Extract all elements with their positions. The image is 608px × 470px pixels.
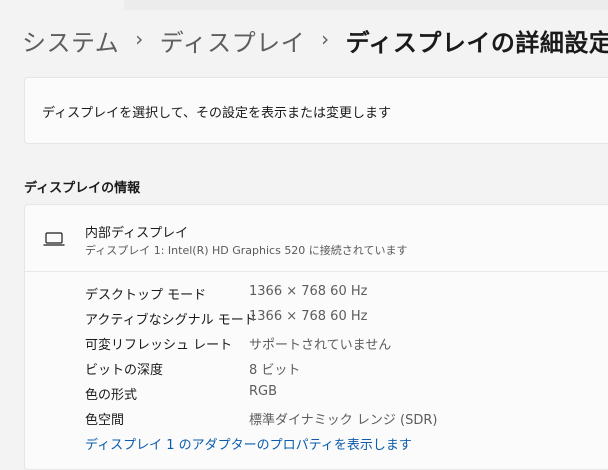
adapter-properties-link[interactable]: ディスプレイ 1 のアダプターのプロパティを表示します bbox=[85, 434, 412, 453]
display-info-header[interactable]: 内部ディスプレイ ディスプレイ 1: Intel(R) HD Graphics … bbox=[25, 205, 608, 272]
property-row: 色の形式 RGB bbox=[85, 384, 605, 404]
top-strip bbox=[124, 0, 608, 10]
property-row: ビットの深度 8 ビット bbox=[85, 359, 605, 379]
property-value: 1366 × 768 60 Hz bbox=[249, 309, 368, 324]
property-label: 色空間 bbox=[85, 413, 125, 428]
breadcrumb-separator-icon: › bbox=[321, 27, 330, 51]
breadcrumb-separator-icon: › bbox=[135, 27, 144, 51]
display-info-section-title: ディスプレイの情報 bbox=[24, 181, 141, 196]
display-name: 内部ディスプレイ bbox=[85, 226, 189, 241]
property-value: 標準ダイナミック レンジ (SDR) bbox=[249, 413, 438, 428]
property-label: アクティブなシグナル モード bbox=[85, 313, 257, 328]
property-value: 8 ビット bbox=[249, 363, 301, 378]
property-label: ビットの深度 bbox=[85, 363, 164, 378]
property-value: RGB bbox=[249, 384, 278, 399]
property-row: 色空間 標準ダイナミック レンジ (SDR) bbox=[85, 409, 605, 429]
display-subtitle: ディスプレイ 1: Intel(R) HD Graphics 520 に接続され… bbox=[85, 244, 408, 257]
page-title: ディスプレイの詳細設定 bbox=[345, 28, 608, 57]
display-info-card: 内部ディスプレイ ディスプレイ 1: Intel(R) HD Graphics … bbox=[24, 204, 608, 470]
breadcrumb: システム › ディスプレイ › ディスプレイの詳細設定 bbox=[22, 22, 608, 58]
property-row: 可変リフレッシュ レート サポートされていません bbox=[85, 334, 605, 354]
breadcrumb-item-display[interactable]: ディスプレイ bbox=[160, 23, 305, 58]
property-label: 色の形式 bbox=[85, 388, 138, 403]
property-value: サポートされていません bbox=[249, 338, 392, 353]
property-row: アクティブなシグナル モード 1366 × 768 60 Hz bbox=[85, 309, 605, 329]
select-display-description: ディスプレイを選択して、その設定を表示または変更します bbox=[42, 106, 392, 121]
property-row: デスクトップ モード 1366 × 768 60 Hz bbox=[85, 284, 605, 304]
select-display-card[interactable]: ディスプレイを選択して、その設定を表示または変更します bbox=[24, 77, 608, 144]
property-label: 可変リフレッシュ レート bbox=[85, 338, 233, 353]
property-value: 1366 × 768 60 Hz bbox=[249, 284, 368, 299]
laptop-icon bbox=[43, 232, 65, 246]
property-label: デスクトップ モード bbox=[85, 288, 207, 303]
breadcrumb-item-system[interactable]: システム bbox=[22, 23, 119, 58]
